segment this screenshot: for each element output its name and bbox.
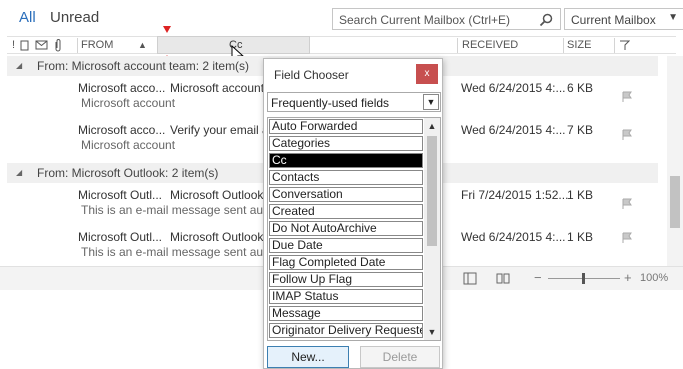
column-from[interactable]: FROM <box>81 39 113 51</box>
message-received: Fri 7/24/2015 1:52... <box>461 188 569 202</box>
field-item[interactable]: Due Date <box>269 238 423 253</box>
message-subject: Microsoft account <box>170 81 265 95</box>
drop-indicator-down-icon <box>163 26 171 33</box>
message-preview: Microsoft account <box>81 96 176 110</box>
message-subject: Microsoft Outlook <box>170 230 264 244</box>
group-label: From: Microsoft account team: 2 item(s) <box>37 59 250 73</box>
chevron-down-icon: ▼ <box>668 12 678 23</box>
flag-column-icon[interactable] <box>619 40 630 51</box>
column-separator[interactable] <box>563 38 564 53</box>
field-item[interactable]: Flag Completed Date <box>269 255 423 270</box>
message-list-scrollbar[interactable] <box>667 56 683 266</box>
flag-icon[interactable] <box>621 198 633 210</box>
message-preview: Microsoft account <box>81 138 176 152</box>
search-icon[interactable] <box>538 12 554 28</box>
message-from: Microsoft acco... <box>78 123 166 137</box>
collapse-group-icon[interactable]: ◢ <box>16 168 22 177</box>
field-item[interactable]: Created <box>269 204 423 219</box>
search-placeholder: Search Current Mailbox (Ctrl+E) <box>339 13 511 27</box>
message-subject: Microsoft Outlook <box>170 188 264 202</box>
attachment-column-icon[interactable] <box>53 39 63 52</box>
field-item[interactable]: Message <box>269 306 423 321</box>
field-item[interactable]: Originator Delivery Requested <box>269 323 423 338</box>
field-list-scrollbar[interactable]: ▲ ▼ <box>424 118 440 340</box>
field-item[interactable]: Follow Up Flag <box>269 272 423 287</box>
normal-view-icon[interactable] <box>463 272 477 285</box>
column-separator[interactable] <box>457 38 458 53</box>
field-item[interactable]: Do Not AutoArchive <box>269 221 423 236</box>
search-scope-value: Current Mailbox <box>571 13 656 27</box>
message-size: 7 KB <box>567 123 594 137</box>
field-item[interactable]: Contacts <box>269 170 423 185</box>
column-separator[interactable] <box>614 38 615 53</box>
message-size: 1 KB <box>567 230 594 244</box>
zoom-level[interactable]: 100% <box>640 272 668 284</box>
close-button[interactable]: x <box>416 64 438 84</box>
scroll-down-icon[interactable]: ▼ <box>424 324 440 340</box>
tab-all[interactable]: All <box>19 9 36 26</box>
search-input[interactable]: Search Current Mailbox (Ctrl+E) <box>332 8 561 30</box>
scrollbar-thumb[interactable] <box>427 136 437 246</box>
column-received[interactable]: RECEIVED <box>462 39 518 51</box>
field-item[interactable]: IMAP Status <box>269 289 423 304</box>
zoom-in-icon[interactable]: + <box>624 270 632 285</box>
message-from: Microsoft Outl... <box>78 230 163 244</box>
message-received: Wed 6/24/2015 4:... <box>461 81 566 95</box>
message-from: Microsoft acco... <box>78 81 166 95</box>
message-preview: This is an e-mail message sent autor <box>81 203 278 217</box>
scroll-up-icon[interactable]: ▲ <box>424 118 440 134</box>
field-category-value: Frequently-used fields <box>271 96 390 110</box>
column-header-row: ! FROM ▲ RECEIVED SIZE <box>7 36 676 54</box>
dialog-title: Field Chooser <box>274 68 349 82</box>
flag-icon[interactable] <box>621 91 633 103</box>
delete-field-button[interactable]: Delete <box>360 346 440 368</box>
field-item[interactable]: Conversation <box>269 187 423 202</box>
reading-view-icon[interactable] <box>496 272 510 285</box>
message-size: 1 KB <box>567 188 594 202</box>
message-preview: This is an e-mail message sent autor <box>81 245 278 259</box>
group-label: From: Microsoft Outlook: 2 item(s) <box>37 166 219 180</box>
field-list: Auto Forwarded Categories Cc Contacts Co… <box>267 117 441 341</box>
importance-column-icon[interactable]: ! <box>12 39 15 51</box>
new-field-button[interactable]: New... <box>267 346 349 368</box>
message-size: 6 KB <box>567 81 594 95</box>
flag-icon[interactable] <box>621 129 633 141</box>
zoom-out-icon[interactable]: − <box>534 270 542 285</box>
column-separator[interactable] <box>77 38 78 53</box>
zoom-slider-thumb[interactable] <box>582 273 585 284</box>
scrollbar-thumb[interactable] <box>670 176 680 228</box>
mail-status-column-icon[interactable] <box>35 40 49 51</box>
message-received: Wed 6/24/2015 4:... <box>461 123 566 137</box>
tab-unread[interactable]: Unread <box>50 9 99 26</box>
field-item[interactable]: Auto Forwarded <box>269 119 423 134</box>
message-from: Microsoft Outl... <box>78 188 163 202</box>
field-chooser-dialog: Field Chooser x Frequently-used fields ▼… <box>263 58 443 369</box>
collapse-group-icon[interactable]: ◢ <box>16 61 22 70</box>
message-received: Wed 6/24/2015 4:... <box>461 230 566 244</box>
flag-icon[interactable] <box>621 232 633 244</box>
sort-ascending-icon: ▲ <box>138 40 147 50</box>
message-subject: Verify your email a <box>170 123 269 137</box>
field-category-dropdown[interactable]: Frequently-used fields ▼ <box>267 92 441 112</box>
chevron-down-icon[interactable]: ▼ <box>423 94 439 110</box>
search-scope-dropdown[interactable]: Current Mailbox ▼ <box>564 8 683 30</box>
field-item[interactable]: Categories <box>269 136 423 151</box>
reminder-column-icon[interactable] <box>20 40 30 51</box>
field-item-selected[interactable]: Cc <box>269 153 423 168</box>
column-size[interactable]: SIZE <box>567 39 591 51</box>
